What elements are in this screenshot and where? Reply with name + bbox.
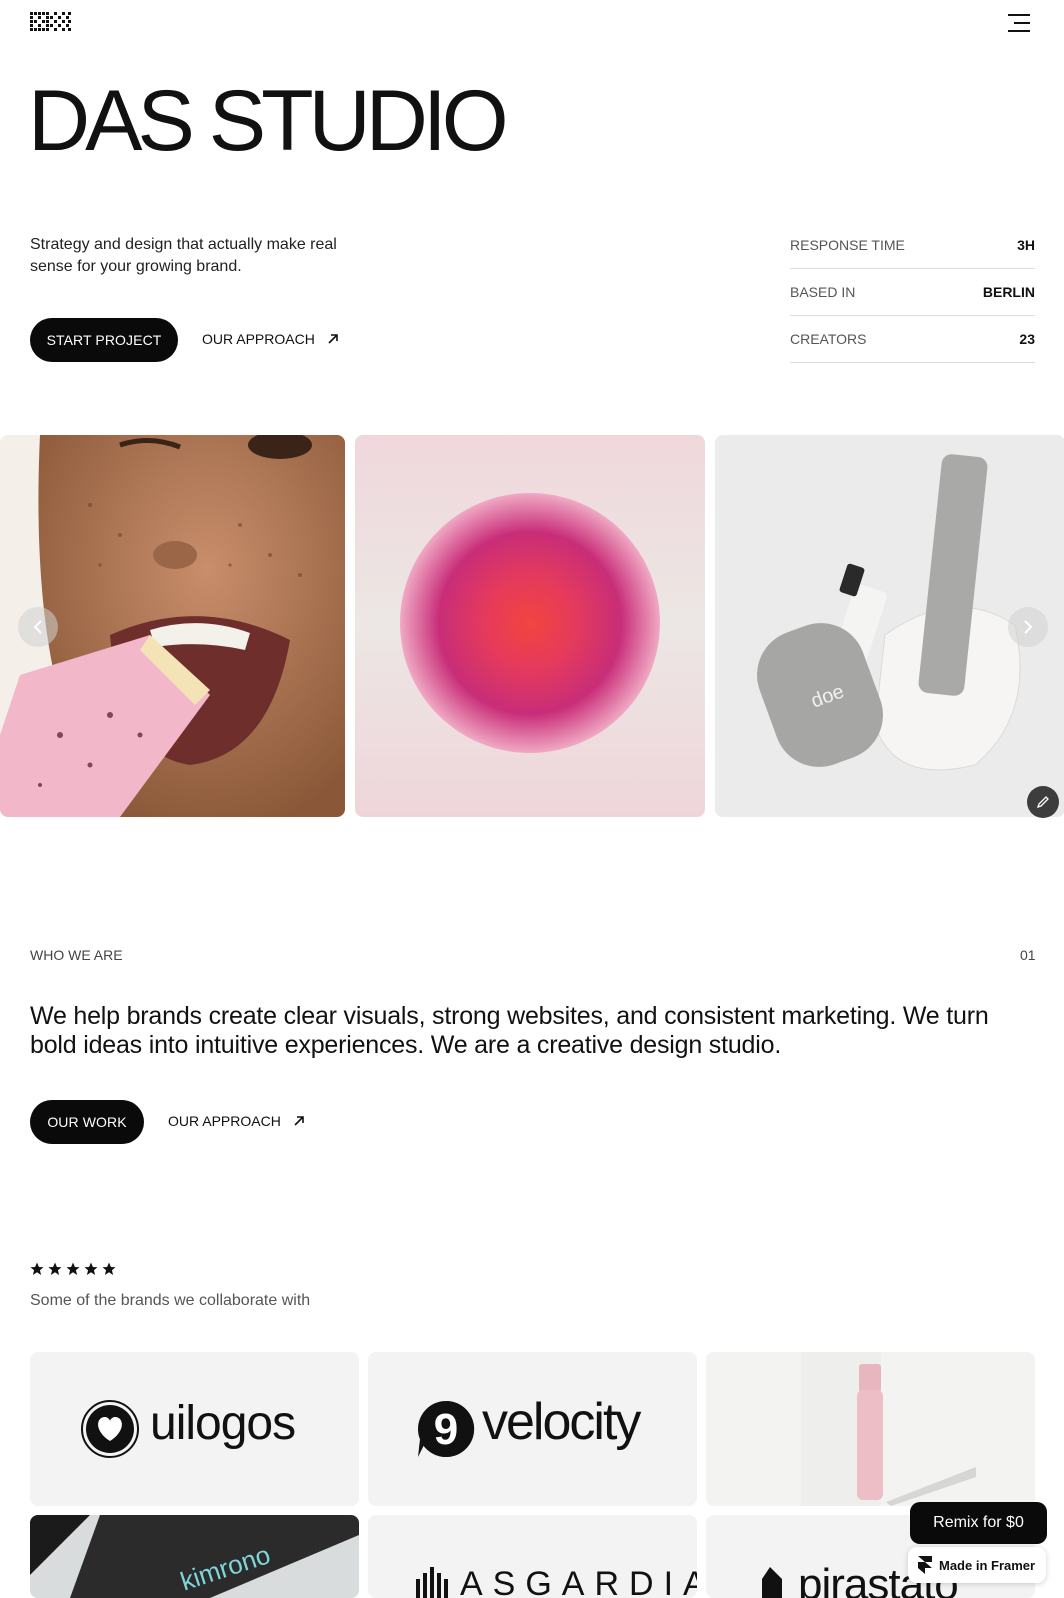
stat-label: CREATORS: [790, 331, 867, 347]
hero-tagline: Strategy and design that actually make r…: [30, 236, 337, 275]
our-work-button[interactable]: OUR WORK: [30, 1100, 144, 1144]
stat-value: 3H: [1017, 237, 1035, 253]
stat-label: BASED IN: [790, 284, 856, 300]
our-approach-label: OUR APPROACH: [168, 1113, 281, 1129]
brands-caption: Some of the brands we collaborate with: [30, 1292, 311, 1309]
star-icon: [84, 1262, 98, 1275]
star-icon: [48, 1262, 62, 1275]
brand-logo-text: ASGARDIA: [460, 1565, 697, 1598]
page-title: DAS STUDIO: [28, 73, 509, 169]
chevron-left-icon: [33, 620, 42, 634]
brand-tile-asgardia: ASGARDIA: [368, 1515, 697, 1598]
section-number: 01: [1020, 947, 1036, 963]
brand-tile-lipgloss-photo: [706, 1352, 1035, 1506]
brand-tile-kimrono-photo: kimrono: [30, 1515, 359, 1598]
section-label-who-we-are: WHO WE ARE: [30, 947, 123, 963]
framer-badge-label: Made in Framer: [939, 1557, 1036, 1573]
brand-logo-text: velocity: [482, 1393, 641, 1451]
stat-value: BERLIN: [982, 284, 1035, 300]
about-lead-text: We help brands create clear visuals, str…: [30, 1002, 989, 1059]
stats-list: RESPONSE TIME 3H BASED IN BERLIN CREATOR…: [790, 222, 1035, 363]
heart-logo-icon: [81, 1400, 139, 1458]
our-approach-label: OUR APPROACH: [202, 331, 315, 347]
gradient-orb-graphic: [355, 435, 705, 817]
stat-row-creators: CREATORS 23: [790, 316, 1035, 363]
top-bar: [0, 0, 1064, 44]
svg-text:9: 9: [434, 1405, 458, 1454]
hamburger-menu-icon[interactable]: [1008, 12, 1032, 34]
stat-label: RESPONSE TIME: [790, 237, 905, 253]
brand-tile-velocity: 9 velocity: [368, 1352, 697, 1506]
star-icon: [30, 1262, 44, 1275]
tag-product-graphic: kimrono: [30, 1515, 359, 1598]
stat-row-response-time: RESPONSE TIME 3H: [790, 222, 1035, 269]
carousel-next-button[interactable]: [1008, 607, 1048, 647]
made-in-framer-badge[interactable]: Made in Framer: [908, 1547, 1046, 1583]
brand-tile-uilogos: uilogos: [30, 1352, 359, 1506]
chevron-right-icon: [1024, 620, 1033, 634]
stat-row-based-in: BASED IN BERLIN: [790, 269, 1035, 316]
columns-logo-icon: [416, 1567, 448, 1598]
star-icon: [102, 1262, 116, 1275]
arrow-up-right-icon: [328, 334, 338, 344]
our-approach-link-2[interactable]: OUR APPROACH: [168, 1113, 305, 1129]
start-project-button[interactable]: START PROJECT: [30, 318, 178, 362]
brand-logo-text: uilogos: [150, 1397, 296, 1450]
framer-logo-icon: [918, 1556, 932, 1574]
image-carousel[interactable]: doe: [0, 435, 1064, 817]
stat-value: 23: [1019, 331, 1035, 347]
arrow-up-right-icon: [294, 1116, 304, 1126]
remix-button[interactable]: Remix for $0: [910, 1502, 1047, 1544]
pixel-grid-logo-icon[interactable]: [30, 12, 72, 32]
carousel-prev-button[interactable]: [18, 607, 58, 647]
number-nine-logo-icon: 9: [418, 1400, 475, 1457]
rating-stars: [30, 1262, 116, 1276]
carousel-image-gradient-orb: [355, 435, 705, 817]
tower-logo-icon: [762, 1567, 782, 1598]
our-approach-link[interactable]: OUR APPROACH: [202, 331, 339, 347]
lipgloss-product-graphic: [706, 1352, 1035, 1506]
star-icon: [66, 1262, 80, 1275]
pencil-icon: [1036, 796, 1049, 809]
edit-button[interactable]: [1027, 786, 1059, 818]
